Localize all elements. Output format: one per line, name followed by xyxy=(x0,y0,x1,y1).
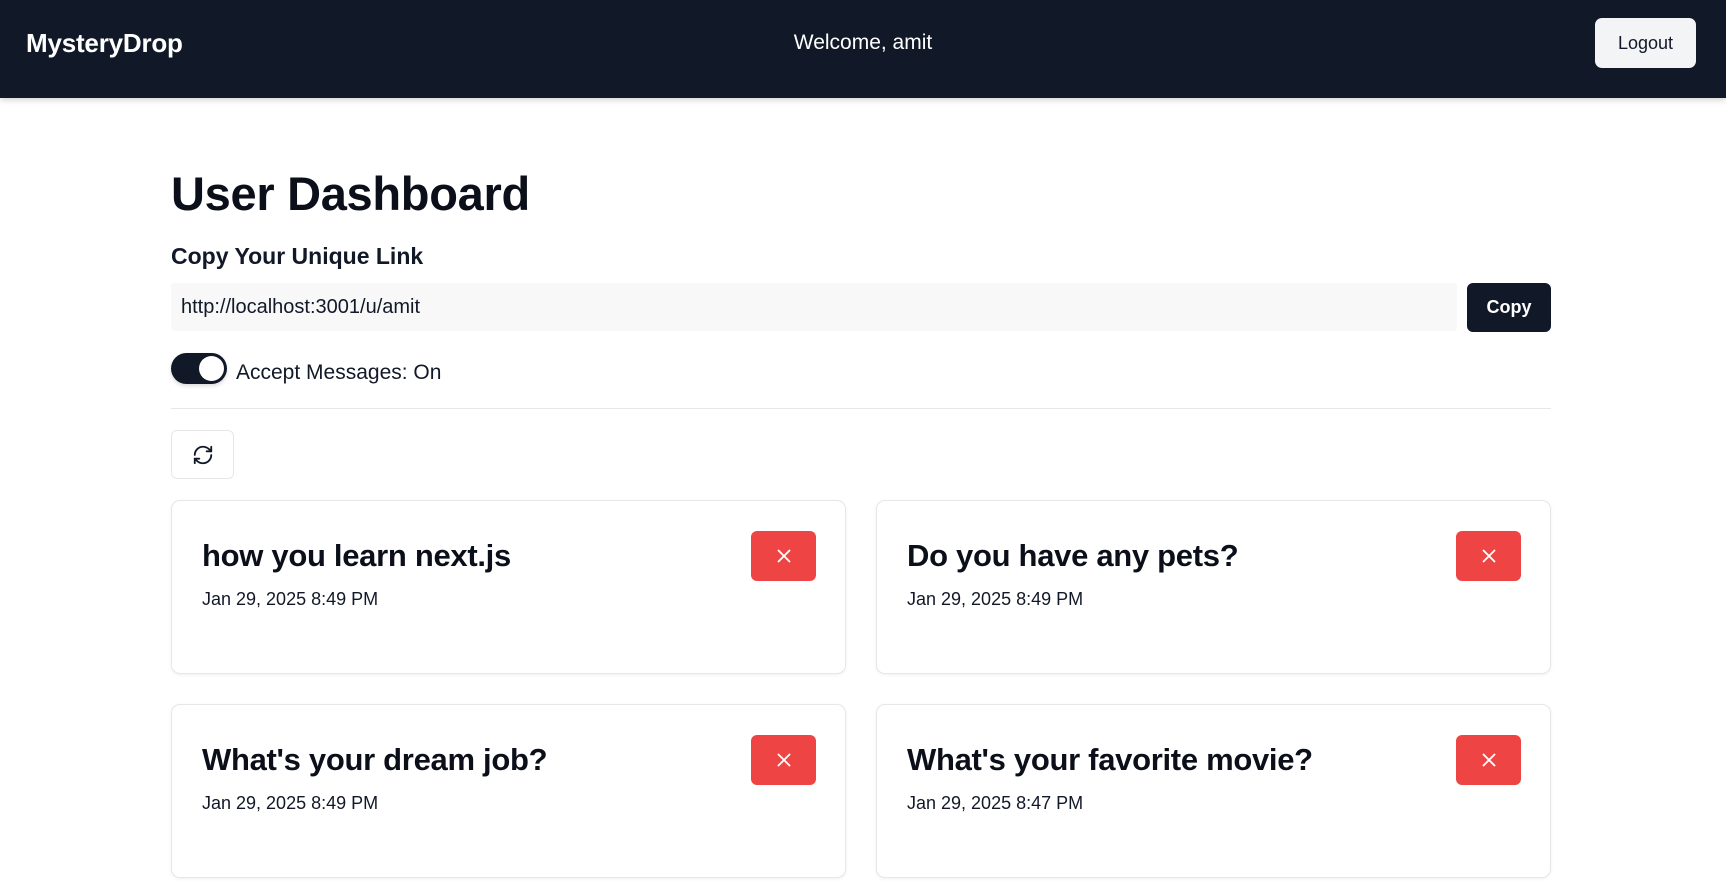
delete-message-button[interactable] xyxy=(751,531,816,581)
message-card: What's your favorite movie? Jan 29, 2025… xyxy=(876,704,1551,878)
message-content: Do you have any pets? xyxy=(907,538,1239,573)
x-icon xyxy=(777,549,790,563)
message-date: Jan 29, 2025 8:49 PM xyxy=(202,589,379,609)
x-icon xyxy=(1482,753,1495,767)
message-date: Jan 29, 2025 8:49 PM xyxy=(202,793,379,813)
refresh-button[interactable] xyxy=(171,430,234,479)
refresh-icon xyxy=(193,445,212,464)
delete-message-button[interactable] xyxy=(1456,531,1521,581)
x-icon xyxy=(1482,549,1495,563)
separator xyxy=(171,408,1551,409)
message-content: What's your favorite movie? xyxy=(907,742,1313,777)
message-content: What's your dream job? xyxy=(202,742,548,777)
navbar: MysteryDrop Welcome, amit Logout xyxy=(0,0,1726,98)
copy-button[interactable]: Copy xyxy=(1467,283,1551,332)
message-card: What's your dream job? Jan 29, 2025 8:49… xyxy=(171,704,846,878)
delete-message-button[interactable] xyxy=(1456,735,1521,785)
message-card: how you learn next.js Jan 29, 2025 8:49 … xyxy=(171,500,846,674)
switch-knob xyxy=(199,356,224,381)
accept-messages-label: Accept Messages: On xyxy=(236,361,442,384)
unique-link-input[interactable] xyxy=(171,283,1457,331)
logout-button[interactable]: Logout xyxy=(1595,18,1696,68)
accept-messages-switch[interactable] xyxy=(171,353,227,384)
x-icon xyxy=(777,753,790,767)
message-date: Jan 29, 2025 8:47 PM xyxy=(907,793,1084,813)
unique-link-label: Copy Your Unique Link xyxy=(171,243,424,269)
message-content: how you learn next.js xyxy=(202,538,511,573)
page-title: User Dashboard xyxy=(171,167,530,220)
message-card: Do you have any pets? Jan 29, 2025 8:49 … xyxy=(876,500,1551,674)
delete-message-button[interactable] xyxy=(751,735,816,785)
welcome-text: Welcome, amit xyxy=(793,31,933,54)
message-date: Jan 29, 2025 8:49 PM xyxy=(907,589,1084,609)
